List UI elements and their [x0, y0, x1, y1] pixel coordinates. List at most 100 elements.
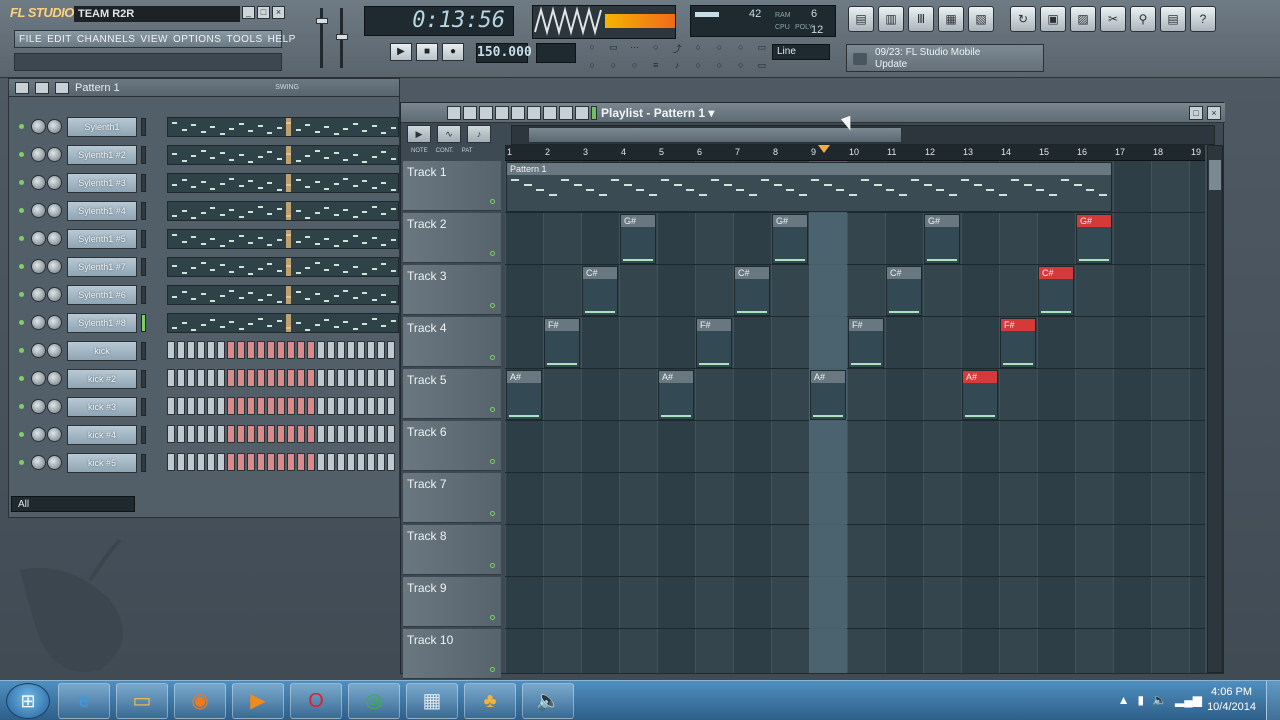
save-icon[interactable]: ▣ [1040, 6, 1066, 32]
step-button[interactable] [307, 369, 315, 387]
step-button[interactable] [317, 397, 325, 415]
step-button[interactable] [317, 453, 325, 471]
step-button[interactable] [377, 341, 385, 359]
note-mode-icon[interactable]: ♪ [467, 125, 491, 143]
rack-menu-icon[interactable] [15, 81, 29, 94]
channel-volume-knob[interactable] [47, 371, 62, 386]
note-clip[interactable]: A# [810, 370, 846, 420]
track-mute-icon[interactable] [490, 199, 495, 204]
option-icon[interactable]: ○ [646, 42, 666, 59]
step-button[interactable] [217, 397, 225, 415]
taskbar-clock[interactable]: 4:06 PM 10/4/2014 [1207, 685, 1256, 715]
opera-icon[interactable]: O [290, 683, 342, 719]
channel-volume-knob[interactable] [47, 259, 62, 274]
channel-name-button[interactable]: kick [67, 341, 137, 361]
tray-signal-icon[interactable]: ▂▄▆ [1175, 693, 1202, 707]
channel-name-button[interactable]: Sylenth1 #7 [67, 257, 137, 277]
option-icon[interactable]: ≡ [646, 60, 666, 75]
track-mute-icon[interactable] [490, 303, 495, 308]
note-clip[interactable]: A# [962, 370, 998, 420]
channel-name-button[interactable]: kick #3 [67, 397, 137, 417]
track-mute-icon[interactable] [490, 563, 495, 568]
tray-volume-icon[interactable]: 🔈 [1152, 693, 1167, 707]
close-button[interactable]: × [272, 6, 285, 19]
option-icon[interactable]: ▭ [752, 42, 772, 59]
option-icon[interactable]: ⋯ [624, 42, 644, 59]
pattern-selector[interactable] [536, 43, 576, 63]
step-button[interactable] [227, 453, 235, 471]
pattern-name[interactable]: Pattern 1 [75, 82, 120, 94]
step-button[interactable] [367, 453, 375, 471]
channel-mute-led[interactable] [19, 124, 24, 129]
step-button[interactable] [257, 453, 265, 471]
speaker-icon[interactable]: 🔈 [522, 683, 574, 719]
tray-arrow-icon[interactable]: ▲ [1118, 693, 1130, 707]
mini-piano-roll[interactable] [167, 257, 399, 277]
channel-pan-knob[interactable] [31, 427, 46, 442]
step-button[interactable] [327, 397, 335, 415]
channel-select-toggle[interactable] [141, 146, 146, 164]
channel-volume-knob[interactable] [47, 427, 62, 442]
step-button[interactable] [317, 369, 325, 387]
option-icon[interactable]: ○ [709, 42, 729, 59]
track-header[interactable]: Track 10 [403, 629, 501, 679]
channel-filter[interactable]: All [11, 496, 135, 512]
step-button[interactable] [187, 453, 195, 471]
menu-tools[interactable]: TOOLS [226, 34, 262, 45]
step-button[interactable] [267, 341, 275, 359]
channel-mute-led[interactable] [19, 236, 24, 241]
track-mute-icon[interactable] [490, 459, 495, 464]
channel-select-toggle[interactable] [141, 202, 146, 220]
pattern-clip[interactable]: Pattern 1 [506, 162, 1112, 212]
step-button[interactable] [367, 369, 375, 387]
channel-volume-knob[interactable] [47, 287, 62, 302]
step-button[interactable] [377, 453, 385, 471]
step-button[interactable] [217, 369, 225, 387]
channel-name-button[interactable]: Sylenth1 #2 [67, 145, 137, 165]
playlist-grid[interactable]: Pattern 1 G# G# G# G# C# C# C# C# F# F# F# F# A# A# A# A… [505, 161, 1205, 673]
option-icon[interactable]: ○ [582, 42, 602, 59]
slip-tool-icon[interactable] [511, 106, 525, 120]
step-button[interactable] [187, 397, 195, 415]
step-button[interactable] [177, 341, 185, 359]
step-button[interactable] [347, 369, 355, 387]
step-button[interactable] [227, 397, 235, 415]
track-header[interactable]: Track 7 [403, 473, 501, 523]
channel-volume-knob[interactable] [47, 315, 62, 330]
channel-mute-led[interactable] [19, 180, 24, 185]
step-button[interactable] [177, 369, 185, 387]
select-tool-icon[interactable] [543, 106, 557, 120]
step-button[interactable] [267, 425, 275, 443]
channel-pan-knob[interactable] [31, 259, 46, 274]
note-clip[interactable]: A# [506, 370, 542, 420]
step-button[interactable] [297, 341, 305, 359]
step-button[interactable] [317, 341, 325, 359]
step-button[interactable] [247, 425, 255, 443]
option-icon[interactable]: ▭ [603, 42, 623, 59]
mini-piano-roll[interactable] [167, 145, 399, 165]
mini-piano-roll[interactable] [167, 201, 399, 221]
step-button[interactable] [207, 425, 215, 443]
option-icon[interactable]: ○ [688, 60, 708, 75]
channel-volume-knob[interactable] [47, 175, 62, 190]
step-button[interactable] [207, 369, 215, 387]
step-button[interactable] [187, 425, 195, 443]
maximize-button[interactable]: □ [257, 6, 270, 19]
vertical-scrollbar[interactable] [1207, 145, 1223, 673]
calendar-icon[interactable]: ▦ [406, 683, 458, 719]
channel-rack-icon[interactable]: Ⅲ [908, 6, 934, 32]
track-mute-icon[interactable] [490, 355, 495, 360]
step-button[interactable] [327, 453, 335, 471]
channel-pan-knob[interactable] [31, 287, 46, 302]
track-header[interactable]: Track 6 [403, 421, 501, 471]
paint-tool-icon[interactable] [463, 106, 477, 120]
channel-mute-led[interactable] [19, 292, 24, 297]
step-button[interactable] [227, 369, 235, 387]
channel-select-toggle[interactable] [141, 314, 146, 332]
pitch-slider[interactable] [336, 34, 348, 40]
option-icon[interactable]: ⤴ [667, 42, 687, 59]
step-button[interactable] [367, 425, 375, 443]
stop-button[interactable]: ■ [416, 43, 438, 61]
menu-options[interactable]: OPTIONS [173, 34, 222, 45]
rack-back-icon[interactable] [55, 81, 69, 94]
